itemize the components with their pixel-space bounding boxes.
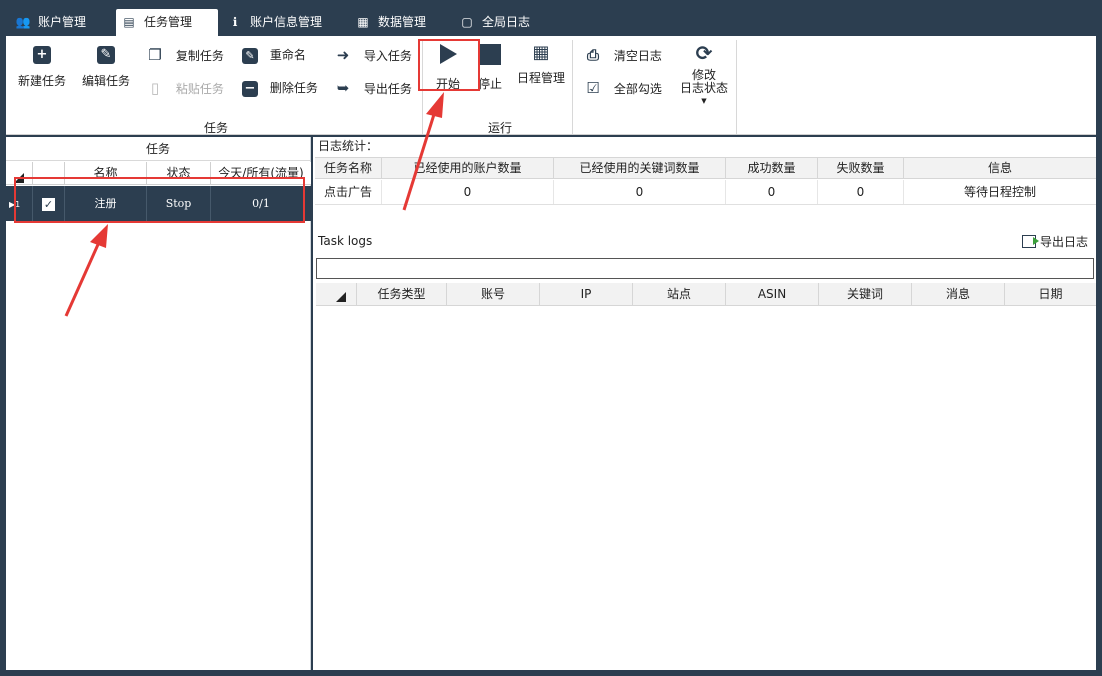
new-task-button[interactable]: + 新建任务 bbox=[18, 46, 66, 89]
group-divider bbox=[736, 40, 737, 134]
column-header[interactable]: 站点 bbox=[632, 283, 725, 305]
column-header[interactable]: 账号 bbox=[446, 283, 539, 305]
dropdown-caret-icon: ▼ bbox=[701, 97, 707, 105]
column-header[interactable]: 成功数量 bbox=[725, 158, 817, 178]
table-cell: 0 bbox=[381, 180, 553, 204]
copy-task-button[interactable]: ❐ 复制任务 bbox=[146, 46, 224, 64]
plus-icon: + bbox=[33, 46, 51, 64]
tab-global-log[interactable]: ▢ 全局日志 bbox=[458, 9, 530, 36]
group-label-task: 任务 bbox=[204, 121, 229, 135]
top-tab-bar: 👥 账户管理 ▤ 任务管理 ℹ 账户信息管理 ▦ 数据管理 ▢ 全局日志 bbox=[0, 0, 1102, 36]
clear-log-button[interactable]: ⎙ 清空日志 bbox=[584, 46, 662, 64]
export-icon bbox=[1021, 235, 1039, 248]
paste-icon: ▯ bbox=[150, 79, 160, 97]
tab-account-management[interactable]: 👥 账户管理 bbox=[14, 9, 87, 36]
modify-log-status-button[interactable]: ⟳ 修改 日志状态 ▼ bbox=[678, 42, 730, 108]
check-square-icon: ☑ bbox=[586, 79, 600, 97]
print-icon: ⎙ bbox=[586, 46, 599, 64]
pencil-icon: ✎ bbox=[242, 48, 258, 64]
panel-title: 任务 bbox=[6, 137, 310, 161]
column-header[interactable]: 失败数量 bbox=[817, 158, 903, 178]
users-icon: 👥 bbox=[15, 15, 31, 29]
log-stats-header: 任务名称 已经使用的账户数量 已经使用的关键词数量 成功数量 失败数量 信息 bbox=[315, 157, 1096, 179]
task-logs-header: 任务类型 账号 IP 站点 ASIN 关键词 消息 日期 bbox=[316, 283, 1096, 306]
group-label-run: 运行 bbox=[488, 121, 513, 135]
grid-icon: ▦ bbox=[357, 15, 369, 29]
grid-corner bbox=[316, 283, 356, 305]
group-divider bbox=[572, 40, 573, 134]
annotation-highlight-start bbox=[418, 39, 480, 91]
column-header[interactable]: 关键词 bbox=[818, 283, 911, 305]
sort-triangle-icon bbox=[336, 292, 346, 302]
log-filter-input[interactable] bbox=[316, 258, 1094, 279]
column-header[interactable]: 日期 bbox=[1004, 283, 1096, 305]
ribbon-toolbar: + 新建任务 ✎ 编辑任务 ❐ 复制任务 ▯ 粘贴任务 ✎ 重命名 − 删除任务… bbox=[6, 36, 1096, 135]
column-header[interactable]: ASIN bbox=[725, 283, 818, 305]
info-icon: ℹ bbox=[232, 15, 238, 29]
refresh-icon: ⟳ bbox=[695, 41, 713, 65]
schedule-button[interactable]: ▦ 日程管理 bbox=[514, 44, 568, 86]
export-log-button[interactable]: 导出日志 bbox=[1021, 233, 1088, 250]
table-cell: 点击广告 bbox=[323, 185, 372, 199]
stop-icon bbox=[479, 44, 501, 65]
table-row[interactable]: 点击广告 0 0 0 0 等待日程控制 bbox=[315, 180, 1096, 205]
sign-in-icon: ➜ bbox=[336, 46, 350, 64]
tab-data-management[interactable]: ▦ 数据管理 bbox=[354, 9, 426, 36]
minus-icon: − bbox=[242, 81, 258, 97]
calendar-icon: ▦ bbox=[532, 42, 550, 63]
log-panel: 日志统计： 任务名称 已经使用的账户数量 已经使用的关键词数量 成功数量 失败数… bbox=[313, 137, 1096, 670]
column-header[interactable]: 任务类型 bbox=[356, 283, 446, 305]
table-cell: 0 bbox=[817, 180, 903, 204]
tab-account-info-management[interactable]: ℹ 账户信息管理 bbox=[226, 9, 322, 36]
column-header[interactable]: 任务名称 bbox=[315, 158, 381, 178]
edit-task-button[interactable]: ✎ 编辑任务 bbox=[80, 46, 132, 89]
copy-icon: ❐ bbox=[148, 46, 162, 64]
pencil-icon: ✎ bbox=[97, 46, 115, 64]
paste-task-button[interactable]: ▯ 粘贴任务 bbox=[146, 79, 224, 97]
annotation-highlight-task-row bbox=[14, 177, 305, 223]
column-header[interactable]: 消息 bbox=[911, 283, 1004, 305]
table-cell: 0 bbox=[725, 180, 817, 204]
column-header[interactable]: 信息 bbox=[903, 158, 1096, 178]
export-task-button[interactable]: ➥ 导出任务 bbox=[334, 79, 412, 97]
sign-out-icon: ➥ bbox=[336, 79, 350, 97]
column-header[interactable]: 已经使用的账户数量 bbox=[381, 158, 553, 178]
document-icon: ▢ bbox=[461, 15, 473, 29]
task-logs-title: Task logs bbox=[318, 234, 373, 248]
column-header[interactable]: IP bbox=[539, 283, 632, 305]
column-header[interactable]: 已经使用的关键词数量 bbox=[553, 158, 725, 178]
select-all-button[interactable]: ☑ 全部勾选 bbox=[584, 79, 662, 97]
table-cell: 等待日程控制 bbox=[903, 180, 1096, 204]
delete-task-button[interactable]: − 删除任务 bbox=[242, 79, 318, 97]
rename-button[interactable]: ✎ 重命名 bbox=[242, 46, 306, 64]
log-stats-title: 日志统计： bbox=[318, 139, 379, 153]
table-cell: 0 bbox=[553, 180, 725, 204]
import-task-button[interactable]: ➜ 导入任务 bbox=[334, 46, 412, 64]
tab-task-management[interactable]: ▤ 任务管理 bbox=[116, 9, 218, 36]
list-icon: ▤ bbox=[123, 15, 135, 29]
